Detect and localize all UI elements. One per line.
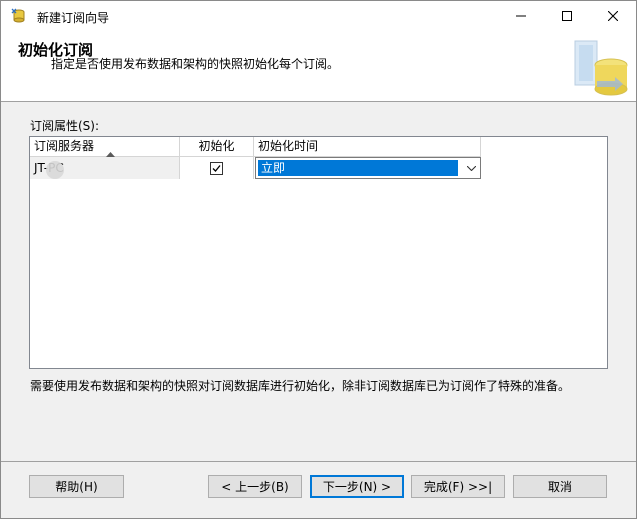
- wizard-window: 新建订阅向导 初始化订阅 指定是否使用发布数据和架构的快照初始化每个订阅。 订阅…: [0, 0, 637, 519]
- column-header-initialize[interactable]: 初始化: [180, 137, 254, 156]
- cursor-highlight: [46, 161, 64, 179]
- initialize-checkbox[interactable]: [210, 161, 223, 175]
- subscriber-server-cell[interactable]: JT-PC: [30, 157, 180, 179]
- init-time-cell: 立即: [255, 157, 481, 179]
- close-button[interactable]: [590, 1, 636, 31]
- title-bar: 新建订阅向导: [1, 1, 636, 31]
- database-graphic-icon: [571, 35, 633, 99]
- footer-divider: [1, 461, 636, 462]
- column-header-server[interactable]: 订阅服务器: [30, 137, 180, 157]
- init-time-dropdown[interactable]: 立即: [255, 157, 481, 179]
- table-row[interactable]: JT-PC 立即: [30, 157, 481, 179]
- subscription-properties-label: 订阅属性(S):: [30, 119, 100, 133]
- column-header-server-label: 订阅服务器: [34, 139, 95, 153]
- chevron-down-icon[interactable]: [462, 158, 480, 178]
- next-button[interactable]: 下一步(N) >: [310, 475, 404, 498]
- help-button[interactable]: 帮助(H): [29, 475, 124, 498]
- maximize-button[interactable]: [544, 1, 590, 31]
- page-description: 指定是否使用发布数据和架构的快照初始化每个订阅。: [51, 57, 340, 71]
- minimize-button[interactable]: [498, 1, 544, 31]
- wizard-header: 初始化订阅 指定是否使用发布数据和架构的快照初始化每个订阅。: [1, 31, 636, 102]
- subscription-grid: 订阅服务器 初始化 初始化时间 JT-PC 立即: [29, 136, 608, 369]
- snapshot-note: 需要使用发布数据和架构的快照对订阅数据库进行初始化，除非订阅数据库已为订阅作了特…: [30, 379, 571, 393]
- finish-button[interactable]: 完成(F) >>|: [411, 475, 505, 498]
- grid-header: 订阅服务器 初始化 初始化时间: [30, 137, 481, 157]
- database-wizard-icon: [11, 8, 27, 24]
- previous-button[interactable]: < 上一步(B): [208, 475, 302, 498]
- window-title: 新建订阅向导: [37, 11, 110, 25]
- column-header-init-time[interactable]: 初始化时间: [254, 137, 481, 156]
- init-time-selected-value: 立即: [258, 160, 458, 176]
- cancel-button[interactable]: 取消: [513, 475, 607, 498]
- initialize-cell: [180, 157, 254, 179]
